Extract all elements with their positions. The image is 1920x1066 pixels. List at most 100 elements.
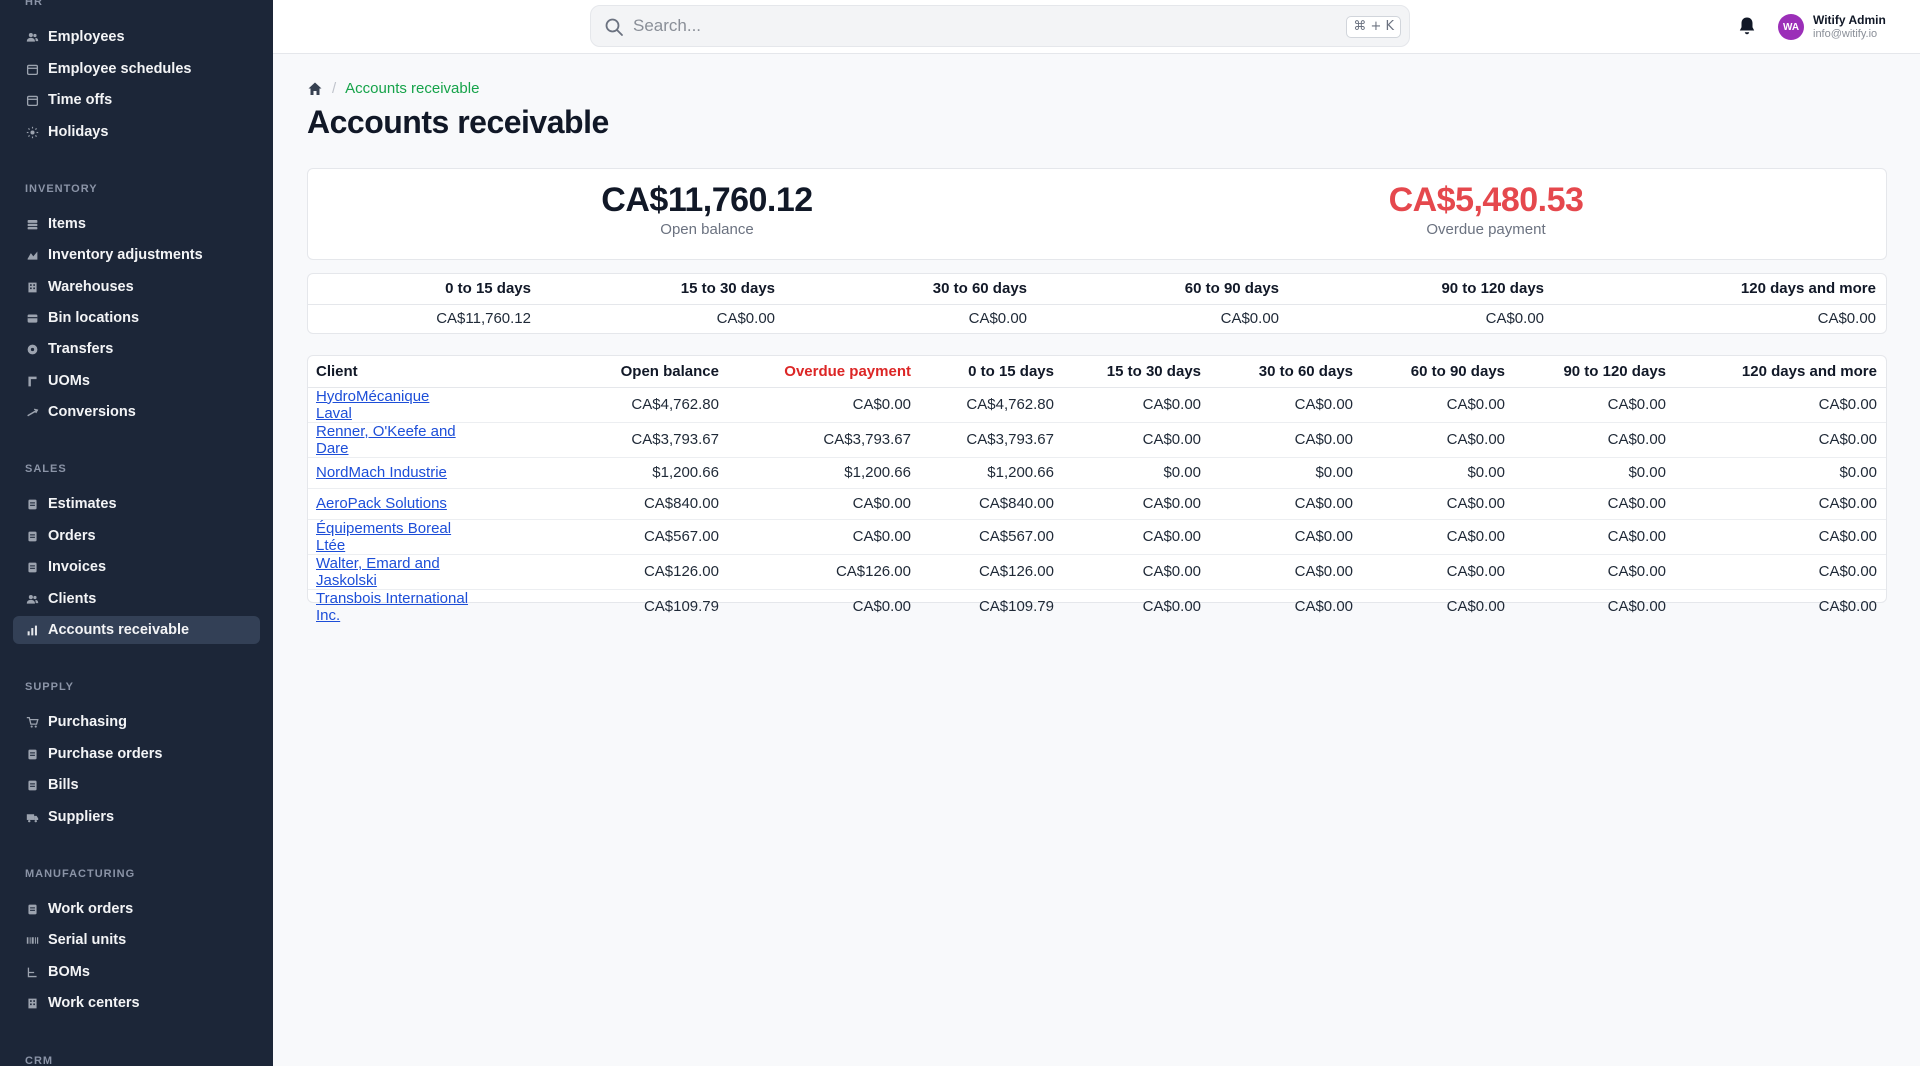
sidebar-item-label: Bin locations <box>48 310 140 326</box>
column-header[interactable]: 0 to 15 days <box>920 356 1063 388</box>
sidebar-item-employees[interactable]: Employees <box>13 23 260 51</box>
table-cell: CA$0.00 <box>1514 422 1675 458</box>
table-cell: CA$0.00 <box>1210 422 1362 458</box>
sidebar-item-purchase-orders[interactable]: Purchase orders <box>13 740 260 768</box>
table-row: HydroMécanique Laval CA$4,762.80 CA$0.00 CA… <box>308 387 1886 423</box>
table-cell: CA$0.00 <box>1210 519 1362 555</box>
home-icon[interactable] <box>307 81 323 97</box>
search-input[interactable] <box>633 6 1253 46</box>
sidebar-item-orders[interactable]: Orders <box>13 522 260 550</box>
scale-icon <box>25 248 39 262</box>
sidebar-item-boms[interactable]: BOMs <box>13 958 260 986</box>
table-cell: CA$0.00 <box>1514 387 1675 423</box>
client-link[interactable]: Renner, O'Keefe and Dare <box>316 423 456 457</box>
table-cell: CA$0.00 <box>1063 422 1210 458</box>
sidebar-item-items[interactable]: Items <box>13 210 260 238</box>
sidebar-item-label: Work orders <box>48 901 134 917</box>
sidebar-item-bin-locations[interactable]: Bin locations <box>13 304 260 332</box>
table-cell: CA$567.00 <box>478 519 728 555</box>
sidebar-item-label: Employees <box>48 29 125 45</box>
client-link[interactable]: Transbois International Inc. <box>316 590 468 624</box>
tree-icon <box>25 965 39 979</box>
client-link[interactable]: AeroPack Solutions <box>316 495 447 512</box>
table-cell: $0.00 <box>1063 457 1210 489</box>
table-cell: CA$126.00 <box>728 554 920 590</box>
document-icon <box>25 778 39 792</box>
sidebar-item-clients[interactable]: Clients <box>13 585 260 613</box>
table-cell: CA$0.00 <box>1446 598 1505 615</box>
sidebar-item-inventory-adjustments[interactable]: Inventory adjustments <box>13 241 260 269</box>
column-header[interactable]: 60 to 90 days <box>1362 356 1514 388</box>
sidebar-item-holidays[interactable]: Holidays <box>13 118 260 146</box>
sidebar-item-conversions[interactable]: Conversions <box>13 398 260 426</box>
table-cell: CA$567.00 <box>920 519 1063 555</box>
document-icon <box>25 529 39 543</box>
column-header[interactable]: 30 to 60 days <box>1210 356 1362 388</box>
sidebar-item-time-offs[interactable]: Time offs <box>13 86 260 114</box>
column-header[interactable]: 120 days and more <box>1675 356 1886 388</box>
column-header[interactable]: Overdue payment <box>728 356 920 388</box>
table-header-row: Client Open balance Overdue payment 0 to… <box>308 356 1886 388</box>
column-header[interactable]: Open balance <box>478 356 728 388</box>
sidebar-item-label: Serial units <box>48 932 127 948</box>
table-cell: CA$0.00 <box>1063 519 1210 555</box>
document-icon <box>25 747 39 761</box>
table-cell: CA$840.00 <box>920 488 1063 520</box>
sidebar-item-transfers[interactable]: Transfers <box>13 335 260 363</box>
table-cell: CA$0.00 <box>728 519 920 555</box>
column-header: 30 to 60 days <box>785 274 1037 305</box>
table-cell: $1,200.66 <box>920 457 1063 489</box>
sidebar-item-suppliers[interactable]: Suppliers <box>13 803 260 831</box>
sun-icon <box>25 125 39 139</box>
client-link[interactable]: Walter, Emard and Jaskolski <box>316 555 440 589</box>
open-balance-stat: CA$11,760.12 Open balance <box>507 181 907 238</box>
table-cell: CA$0.00 <box>1675 519 1886 555</box>
aging-header-row: 0 to 15 days 15 to 30 days 30 to 60 days… <box>308 274 1886 305</box>
box-icon <box>25 311 39 325</box>
sidebar-item-work-orders[interactable]: Work orders <box>13 895 260 923</box>
section-title-supply: SUPPLY <box>25 681 75 693</box>
sidebar-item-estimates[interactable]: Estimates <box>13 490 260 518</box>
clients-aging-table: Client Open balance Overdue payment 0 to… <box>307 355 1887 624</box>
client-link[interactable]: Équipements Boreal Ltée <box>316 520 451 554</box>
column-header[interactable]: 15 to 30 days <box>1063 356 1210 388</box>
table-cell: CA$0.00 <box>1210 387 1362 423</box>
section-title-hr: HR <box>25 0 43 8</box>
sidebar-item-serial-units[interactable]: Serial units <box>13 926 260 954</box>
sidebar-item-label: Employee schedules <box>48 61 192 77</box>
sidebar-item-invoices[interactable]: Invoices <box>13 553 260 581</box>
table-cell: CA$0.00 <box>1142 598 1201 615</box>
breadcrumb-current[interactable]: Accounts receivable <box>345 80 479 97</box>
sidebar-item-warehouses[interactable]: Warehouses <box>13 273 260 301</box>
client-cell: Renner, O'Keefe and Dare <box>308 422 478 458</box>
open-balance-label: Open balance <box>660 221 754 238</box>
truck-icon <box>25 810 39 824</box>
avatar[interactable]: WA <box>1778 14 1804 40</box>
sidebar-item-bills[interactable]: Bills <box>13 771 260 799</box>
sidebar-item-work-centers[interactable]: Work centers <box>13 989 260 1017</box>
sidebar-item-uoms[interactable]: UOMs <box>13 367 260 395</box>
table-cell: CA$0.00 <box>1063 488 1210 520</box>
sidebar-item-employee-schedules[interactable]: Employee schedules <box>13 55 260 83</box>
search-bar[interactable]: ⌘ + K <box>590 5 1410 47</box>
overdue-payment-stat: CA$5,480.53 Overdue payment <box>1286 181 1686 238</box>
bell-icon[interactable] <box>1738 16 1756 36</box>
overdue-payment-label: Overdue payment <box>1426 221 1546 238</box>
column-header[interactable]: Client <box>308 356 478 388</box>
client-cell: Walter, Emard and Jaskolski <box>308 554 478 590</box>
column-header[interactable]: 90 to 120 days <box>1514 356 1675 388</box>
client-link[interactable]: NordMach Industrie <box>316 464 447 481</box>
section-title-inventory: INVENTORY <box>25 183 98 195</box>
column-header: 120 days and more <box>1554 274 1886 305</box>
table-cell: CA$0.00 <box>1362 387 1514 423</box>
sidebar-item-accounts-receivable[interactable]: Accounts receivable <box>13 616 260 644</box>
client-cell: Équipements Boreal Ltée <box>308 519 478 555</box>
people-icon <box>25 30 39 44</box>
table-cell: $0.00 <box>1675 457 1886 489</box>
table-cell: CA$0.00 <box>1817 310 1876 328</box>
building-icon <box>25 280 39 294</box>
sidebar-item-purchasing[interactable]: Purchasing <box>13 708 260 736</box>
table-cell: CA$0.00 <box>1485 310 1544 328</box>
table-cell: $0.00 <box>1210 457 1362 489</box>
client-link[interactable]: HydroMécanique Laval <box>316 388 429 422</box>
